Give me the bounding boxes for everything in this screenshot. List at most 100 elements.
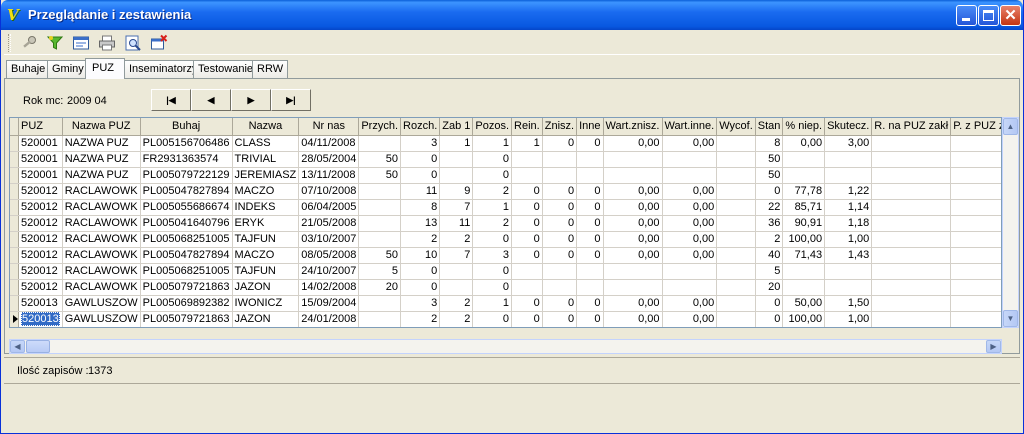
table-cell[interactable]: [603, 167, 663, 184]
table-cell[interactable]: JAZON: [232, 279, 300, 296]
table-row[interactable]: 520012 RACLAWOWK PL005068251005 TAJFUN 24/10…: [10, 263, 1001, 280]
table-cell[interactable]: [871, 311, 952, 327]
table-cell[interactable]: 0: [576, 135, 604, 152]
table-cell[interactable]: [358, 215, 402, 232]
scroll-up-button[interactable]: ▲: [1003, 118, 1018, 135]
table-cell[interactable]: 2: [400, 311, 441, 327]
table-cell[interactable]: [576, 263, 604, 280]
table-cell[interactable]: PL005079721863: [140, 279, 233, 296]
table-cell[interactable]: [824, 263, 873, 280]
table-cell[interactable]: [950, 247, 1001, 264]
table-cell[interactable]: [824, 279, 873, 296]
column-header[interactable]: Znisz.: [542, 118, 578, 136]
table-cell[interactable]: 520001: [18, 151, 63, 168]
row-indicator[interactable]: [10, 231, 19, 248]
table-cell[interactable]: 85,71: [782, 199, 826, 216]
table-cell[interactable]: 0: [755, 183, 784, 200]
table-cell[interactable]: 0,00: [782, 135, 826, 152]
table-cell[interactable]: 1: [511, 135, 543, 152]
table-cell[interactable]: PL005047827894: [140, 247, 233, 264]
table-cell[interactable]: [782, 167, 826, 184]
table-cell[interactable]: MACZO: [232, 183, 300, 200]
table-cell[interactable]: [542, 279, 578, 296]
table-cell[interactable]: RACLAWOWK: [62, 279, 141, 296]
table-cell[interactable]: 0: [511, 199, 543, 216]
table-cell[interactable]: 0,00: [662, 215, 718, 232]
table-cell[interactable]: 20: [755, 279, 784, 296]
table-cell[interactable]: [716, 183, 756, 200]
table-cell[interactable]: FR2931363574: [140, 151, 233, 168]
table-cell[interactable]: 20: [358, 279, 402, 296]
row-indicator[interactable]: [10, 311, 19, 327]
table-cell[interactable]: 0,00: [603, 183, 663, 200]
table-cell[interactable]: 0: [511, 215, 543, 232]
table-cell[interactable]: 50: [755, 167, 784, 184]
table-cell[interactable]: 0: [472, 263, 513, 280]
column-header[interactable]: Rozch.: [400, 118, 441, 136]
next-record-button[interactable]: ▶: [231, 89, 271, 111]
table-cell[interactable]: [576, 151, 604, 168]
table-cell[interactable]: 2: [439, 295, 474, 312]
table-cell[interactable]: [662, 167, 718, 184]
table-cell[interactable]: 77,78: [782, 183, 826, 200]
table-cell[interactable]: [871, 295, 952, 312]
table-cell[interactable]: [358, 183, 402, 200]
table-cell[interactable]: [662, 279, 718, 296]
table-cell[interactable]: 0: [511, 295, 543, 312]
column-header[interactable]: % niep.: [782, 118, 826, 136]
table-cell[interactable]: TAJFUN: [232, 231, 300, 248]
row-indicator[interactable]: [10, 151, 19, 168]
tab-buhaje[interactable]: Buhaje: [6, 60, 48, 78]
table-cell[interactable]: 0: [511, 247, 543, 264]
table-cell[interactable]: [716, 199, 756, 216]
table-cell[interactable]: 0: [542, 183, 578, 200]
table-cell[interactable]: RACLAWOWK: [62, 199, 141, 216]
table-cell[interactable]: 71,43: [782, 247, 826, 264]
preview-button[interactable]: [124, 34, 144, 52]
table-cell[interactable]: [358, 231, 402, 248]
column-header[interactable]: Skutecz.: [824, 118, 873, 136]
table-cell[interactable]: JEREMIASZ: [232, 167, 300, 184]
table-cell[interactable]: 0: [542, 231, 578, 248]
table-cell[interactable]: [950, 167, 1001, 184]
key-button[interactable]: [20, 34, 40, 52]
last-record-button[interactable]: ▶|: [271, 89, 311, 111]
table-cell[interactable]: [871, 247, 952, 264]
table-cell[interactable]: [950, 311, 1001, 327]
table-cell[interactable]: 9: [439, 183, 474, 200]
table-cell[interactable]: 2: [472, 215, 513, 232]
data-grid[interactable]: PUZ Nazwa PUZ Buhaj Nazwa Nr nas Przych. Rozch…: [9, 117, 1002, 328]
table-cell[interactable]: 0: [576, 311, 604, 327]
table-cell[interactable]: 520013: [18, 295, 63, 312]
table-cell[interactable]: 520012: [18, 215, 63, 232]
table-cell[interactable]: MACZO: [232, 247, 300, 264]
table-cell[interactable]: 0: [400, 263, 441, 280]
table-cell[interactable]: 0: [511, 183, 543, 200]
table-cell[interactable]: [824, 151, 873, 168]
table-cell[interactable]: 2: [755, 231, 784, 248]
table-cell[interactable]: 21/05/2008: [298, 215, 360, 232]
table-cell[interactable]: 50: [358, 247, 402, 264]
table-cell[interactable]: [716, 247, 756, 264]
table-cell[interactable]: 50: [358, 151, 402, 168]
table-cell[interactable]: 0,00: [662, 231, 718, 248]
table-cell[interactable]: 24/01/2008: [298, 311, 360, 327]
table-cell[interactable]: 7: [439, 199, 474, 216]
table-cell[interactable]: 0: [472, 167, 513, 184]
table-cell[interactable]: 0: [755, 311, 784, 327]
table-cell[interactable]: 10: [400, 247, 441, 264]
row-indicator[interactable]: [10, 295, 19, 312]
table-row[interactable]: 520013 GAWLUSZOW PL005079721863 JAZON 24/01/…: [10, 311, 1001, 327]
table-cell[interactable]: 0,00: [662, 295, 718, 312]
table-cell[interactable]: 08/05/2008: [298, 247, 360, 264]
table-cell[interactable]: [358, 135, 402, 152]
table-cell[interactable]: PL005069892382: [140, 295, 233, 312]
table-cell[interactable]: 3,00: [824, 135, 873, 152]
first-record-button[interactable]: |◀: [151, 89, 191, 111]
table-cell[interactable]: 2: [439, 311, 474, 327]
table-cell[interactable]: 1,18: [824, 215, 873, 232]
column-header[interactable]: Pozos.: [472, 118, 513, 136]
table-cell[interactable]: PL005068251005: [140, 231, 233, 248]
table-cell[interactable]: IWONICZ: [232, 295, 300, 312]
table-cell[interactable]: 0: [400, 167, 441, 184]
